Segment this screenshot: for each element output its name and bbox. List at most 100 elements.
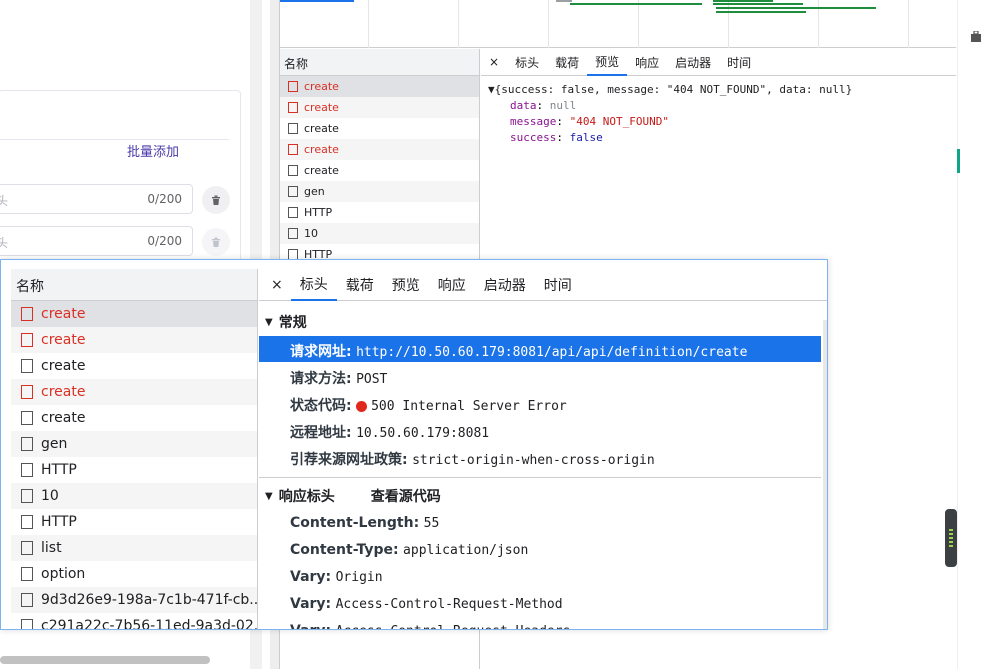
form-card: 批量添加 头 0/200 头 0/200 [0, 90, 241, 265]
request-row[interactable]: create [11, 327, 257, 353]
response-headers-section-header[interactable]: ▼ 响应标头 查看源代码 [265, 486, 441, 506]
request-name: create [41, 306, 86, 322]
request-row[interactable]: HTTP [11, 457, 257, 483]
request-row[interactable]: create [280, 97, 479, 118]
request-name: gen [304, 185, 325, 198]
document-icon [21, 359, 33, 373]
error-status-icon [356, 400, 368, 412]
request-row[interactable]: gen [11, 431, 257, 457]
request-row[interactable]: create [280, 160, 479, 181]
request-name: create [304, 122, 339, 135]
request-row[interactable]: HTTP [11, 509, 257, 535]
request-row[interactable]: 10 [11, 483, 257, 509]
char-counter: 0/200 [147, 192, 182, 206]
briefcase-icon[interactable] [971, 31, 981, 43]
screen: 批量添加 头 0/200 头 0/200 名称 create create cr… [0, 0, 981, 669]
request-name: create [41, 332, 86, 348]
document-icon [21, 411, 33, 425]
name-column-header[interactable]: 名称 [11, 269, 257, 301]
tab-preview[interactable]: 预览 [383, 269, 429, 301]
horizontal-scrollbar[interactable] [0, 656, 210, 664]
response-header-row[interactable]: Vary: Access-Control-Request-Method [290, 596, 563, 612]
vertical-scrollbar-thumb[interactable] [945, 509, 957, 567]
close-icon[interactable]: × [259, 277, 291, 293]
tab-payload[interactable]: 载荷 [547, 49, 587, 76]
json-property: success: false [510, 131, 603, 144]
char-counter: 0/200 [147, 234, 182, 248]
request-name: create [41, 384, 86, 400]
response-header-key: Vary: [290, 623, 331, 629]
tab-timing[interactable]: 时间 [719, 49, 759, 76]
json-key: data [510, 99, 537, 112]
request-row[interactable]: create [280, 76, 479, 97]
referrer-policy-row[interactable]: 引荐来源网址政策: strict-origin-when-cross-origi… [290, 449, 655, 469]
tab-initiator[interactable]: 启动器 [475, 269, 535, 301]
request-row[interactable]: 9d3d26e9-198a-7c1b-471f-cb... [11, 587, 257, 613]
tab-payload[interactable]: 载荷 [337, 269, 383, 301]
view-source-link[interactable]: 查看源代码 [371, 486, 441, 506]
response-header-value: Access-Control-Request-Headers [336, 624, 571, 629]
referrer-policy-key: 引荐来源网址政策: [290, 452, 408, 468]
response-header-row[interactable]: Vary: Access-Control-Request-Headers [290, 623, 571, 629]
request-row[interactable]: c291a22c-7b56-11ed-9a3d-02... [11, 613, 257, 629]
status-code-row[interactable]: 状态代码: 500 Internal Server Error [290, 395, 567, 415]
bg-detail-tabs: × 标头 载荷 预览 响应 启动器 时间 [481, 49, 956, 76]
request-row[interactable]: create [11, 405, 257, 431]
response-header-row[interactable]: Content-Length: 55 [290, 515, 439, 531]
tab-headers[interactable]: 标头 [290, 269, 337, 301]
fg-devtools-panel: 名称 create create create create create gen HTTP… [0, 259, 828, 630]
batch-add-link[interactable]: 批量添加 [127, 141, 179, 160]
header-input-2[interactable]: 头 0/200 [0, 226, 193, 256]
request-method-key: 请求方法: [290, 371, 352, 387]
delete-button-2[interactable] [202, 228, 230, 256]
request-row[interactable]: gen [280, 181, 479, 202]
general-section-header[interactable]: ▼ 常规 [265, 312, 307, 332]
remote-address-row[interactable]: 远程地址: 10.50.60.179:8081 [290, 422, 489, 442]
response-header-value: Origin [335, 570, 383, 585]
remote-address-key: 远程地址: [290, 425, 352, 441]
tab-timing[interactable]: 时间 [535, 269, 581, 301]
tab-response[interactable]: 响应 [429, 269, 475, 301]
tab-initiator[interactable]: 启动器 [667, 49, 719, 76]
vertical-scrollbar[interactable] [823, 320, 827, 629]
request-name: create [304, 143, 339, 156]
referrer-policy-value: strict-origin-when-cross-origin [412, 453, 655, 468]
request-name: HTTP [41, 514, 77, 530]
response-header-row[interactable]: Content-Type: application/json [290, 542, 528, 558]
header-input-1[interactable]: 头 0/200 [0, 184, 193, 214]
document-icon [21, 437, 33, 451]
tab-headers[interactable]: 标头 [507, 49, 547, 76]
request-name: create [304, 164, 339, 177]
request-row[interactable]: create [11, 379, 257, 405]
json-key: success [510, 131, 557, 144]
delete-button-1[interactable] [202, 186, 230, 214]
request-name: option [41, 566, 86, 582]
tab-preview[interactable]: 预览 [587, 49, 628, 76]
request-row[interactable]: create [280, 139, 479, 160]
request-row[interactable]: 10 [280, 223, 479, 244]
request-method-row[interactable]: 请求方法: POST [290, 368, 387, 388]
json-key: message [510, 115, 557, 128]
document-icon [288, 165, 298, 176]
response-header-key: Vary: [290, 596, 332, 612]
request-url-row[interactable]: 请求网址: http://10.50.60.179:8081/api/api/d… [290, 341, 747, 361]
request-row[interactable]: option [11, 561, 257, 587]
json-preview: ▼{success: false, message: "404 NOT_FOUN… [488, 82, 852, 146]
request-name: 10 [304, 227, 318, 240]
json-summary[interactable]: ▼{success: false, message: "404 NOT_FOUN… [488, 82, 852, 98]
response-header-value: 55 [423, 516, 440, 531]
request-row[interactable]: list [11, 535, 257, 561]
response-header-row[interactable]: Vary: Origin [290, 569, 383, 585]
close-icon[interactable]: × [481, 49, 507, 76]
input-partial-text: 头 [0, 236, 9, 250]
request-row[interactable]: HTTP [280, 202, 479, 223]
name-column-header[interactable]: 名称 [280, 49, 479, 76]
tab-response[interactable]: 响应 [627, 49, 667, 76]
request-row[interactable]: create [280, 118, 479, 139]
triangle-down-icon: ▼ [265, 316, 273, 328]
document-icon [21, 385, 33, 399]
request-row[interactable]: create [11, 301, 257, 327]
request-row[interactable]: create [11, 353, 257, 379]
response-header-value: application/json [403, 543, 529, 558]
request-name: create [41, 410, 86, 426]
